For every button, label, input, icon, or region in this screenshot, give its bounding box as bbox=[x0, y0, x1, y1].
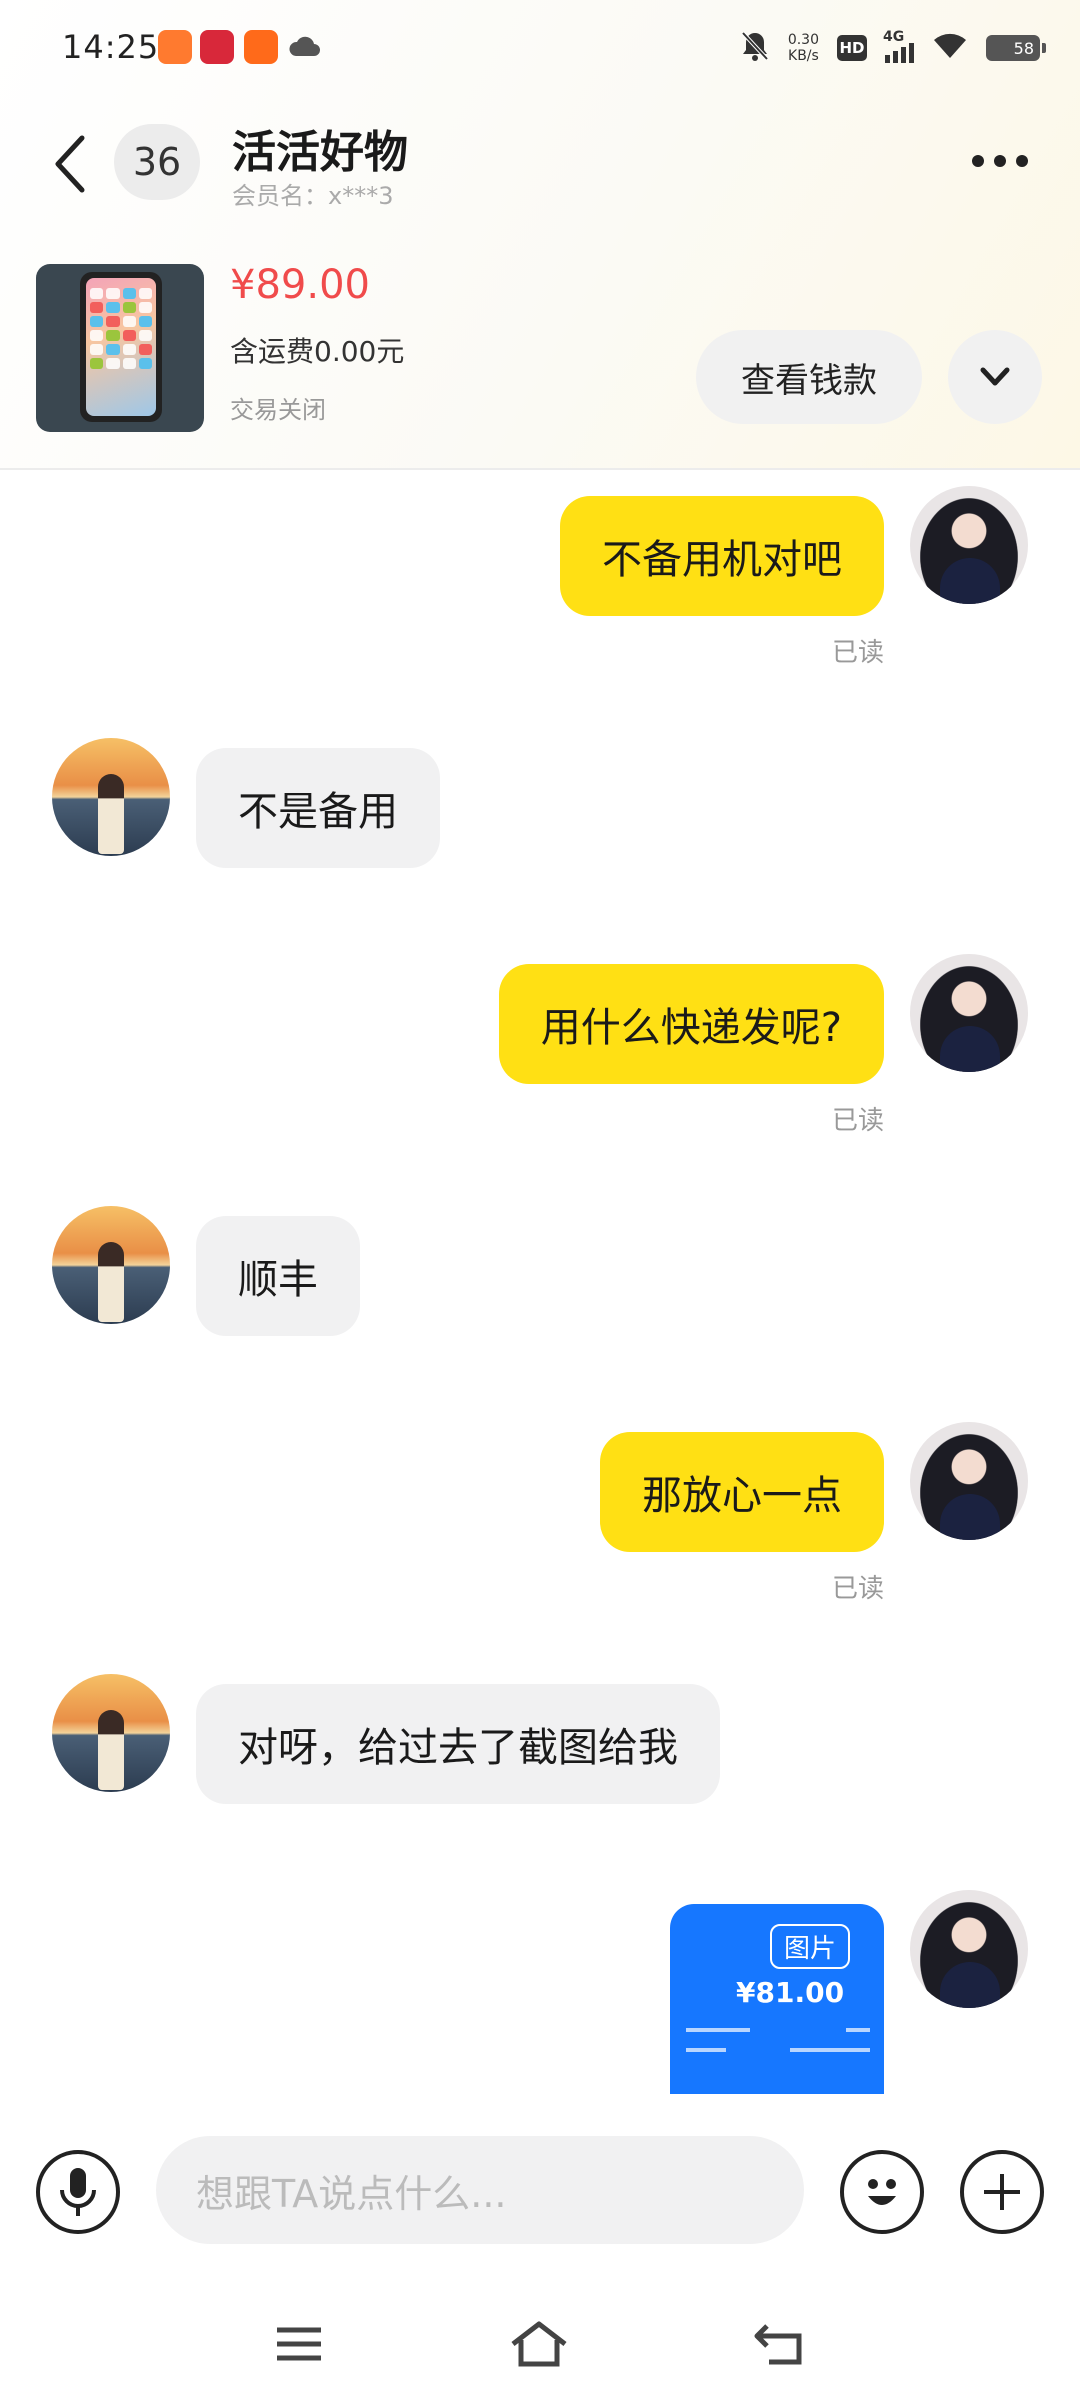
chevron-down-icon bbox=[980, 367, 1010, 386]
chevron-left-icon bbox=[55, 135, 85, 193]
message-bubble-peer[interactable]: 顺丰 bbox=[196, 1216, 360, 1336]
menu-icon bbox=[277, 2327, 321, 2361]
more-actions-button[interactable] bbox=[960, 2150, 1044, 2234]
self-avatar[interactable] bbox=[910, 486, 1028, 604]
image-label: 图片 bbox=[770, 1924, 851, 1969]
message-input-placeholder: 想跟TA说点什么... bbox=[196, 2171, 507, 2216]
phone-image bbox=[80, 272, 162, 422]
app-icon-orange bbox=[244, 30, 278, 64]
plus-icon bbox=[984, 2174, 1020, 2210]
status-right: 0.30 KB/s HD 4G 58 bbox=[740, 26, 1046, 70]
home-icon bbox=[511, 2321, 567, 2367]
status-bar: 14:25 0.30 KB/s HD 4G 58 bbox=[0, 0, 1080, 96]
more-dots-icon bbox=[972, 155, 984, 167]
cloud-icon bbox=[288, 30, 322, 64]
product-shipping: 含运费0.00元 bbox=[230, 335, 405, 368]
expand-button[interactable] bbox=[948, 330, 1042, 424]
peer-avatar[interactable] bbox=[52, 1206, 170, 1324]
message-bubble-peer[interactable]: 不是备用 bbox=[196, 748, 440, 868]
image-amount: ¥81.00 bbox=[736, 1976, 845, 2009]
hd-badge: HD bbox=[837, 35, 867, 61]
view-payment-button[interactable]: 查看钱款 bbox=[696, 330, 922, 424]
member-id: 会员名：x***3 bbox=[232, 182, 394, 210]
self-avatar[interactable] bbox=[910, 1890, 1028, 2008]
nav-back-button[interactable] bbox=[734, 2314, 824, 2374]
peer-avatar[interactable] bbox=[52, 738, 170, 856]
system-nav-bar bbox=[0, 2290, 1080, 2404]
microphone-icon bbox=[60, 2168, 96, 2216]
message-input[interactable]: 想跟TA说点什么... bbox=[156, 2136, 804, 2244]
self-avatar[interactable] bbox=[910, 954, 1028, 1072]
product-thumbnail[interactable] bbox=[36, 264, 204, 432]
signal-icon: 4G bbox=[883, 29, 914, 63]
message-bubble-peer[interactable]: 对呀，给过去了截图给我 bbox=[196, 1684, 720, 1804]
peer-avatar[interactable] bbox=[52, 1674, 170, 1792]
smiley-icon bbox=[868, 2179, 896, 2205]
message-bubble-self[interactable]: 那放心一点 bbox=[600, 1432, 884, 1552]
self-avatar[interactable] bbox=[910, 1422, 1028, 1540]
back-button[interactable] bbox=[40, 126, 100, 202]
app-icon-orange bbox=[158, 30, 192, 64]
voice-input-button[interactable] bbox=[36, 2150, 120, 2234]
image-message[interactable]: 图片 ¥81.00 bbox=[670, 1904, 884, 2094]
unread-count-badge[interactable]: 36 bbox=[114, 124, 200, 200]
nav-home-button[interactable] bbox=[494, 2314, 584, 2374]
read-receipt: 已读 bbox=[831, 638, 884, 668]
read-receipt: 已读 bbox=[831, 1574, 884, 1604]
bell-muted-icon bbox=[740, 30, 770, 66]
app-icon-red bbox=[200, 30, 234, 64]
message-bubble-self[interactable]: 不备用机对吧 bbox=[560, 496, 884, 616]
status-time: 14:25 bbox=[62, 28, 160, 66]
more-button[interactable] bbox=[960, 136, 1040, 186]
message-bubble-self[interactable]: 用什么快递发呢? bbox=[498, 964, 884, 1084]
net-speed: 0.30 KB/s bbox=[787, 32, 819, 64]
nav-menu-button[interactable] bbox=[254, 2314, 344, 2374]
product-price: ¥89.00 bbox=[230, 262, 370, 308]
read-receipt: 已读 bbox=[831, 1106, 884, 1136]
transaction-status: 交易关闭 bbox=[230, 396, 326, 424]
battery-icon: 58 bbox=[986, 35, 1046, 61]
emoji-button[interactable] bbox=[840, 2150, 924, 2234]
peer-name: 活活好物 bbox=[232, 127, 408, 178]
back-arrow-icon bbox=[754, 2324, 802, 2365]
wifi-icon bbox=[932, 32, 968, 64]
